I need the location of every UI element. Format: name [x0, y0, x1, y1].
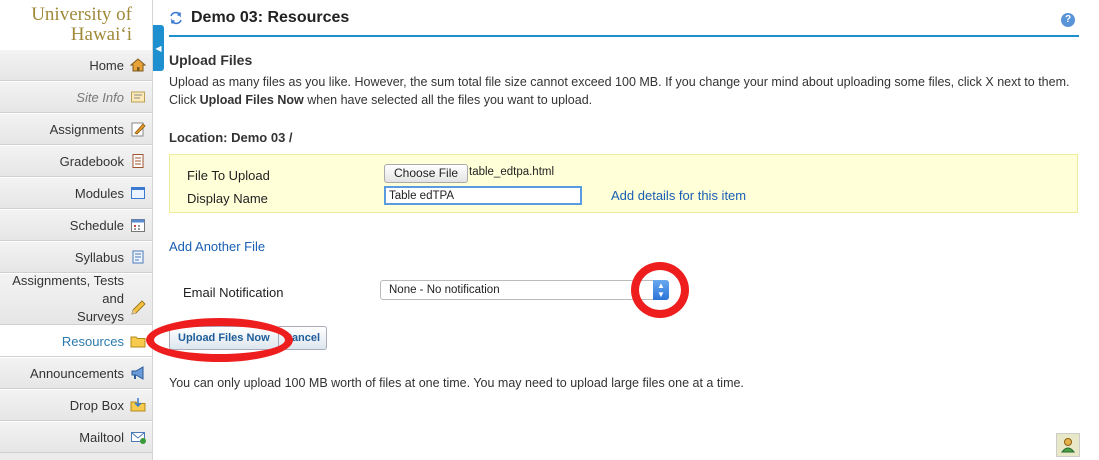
cancel-button[interactable]: Cancel: [277, 326, 328, 350]
upload-file-row: File To Upload Choose File table_edtpa.h…: [169, 154, 1078, 213]
modules-icon: [131, 187, 145, 199]
upload-files-now-button[interactable]: Upload Files Now: [169, 326, 279, 350]
university-logo[interactable]: University of Hawaiʻi: [0, 0, 152, 49]
collapse-sidebar-button[interactable]: ◀: [153, 25, 164, 71]
sidebar-item-label: Assignments: [49, 121, 124, 137]
title-bar: Demo 03: Resources ?: [169, 0, 1079, 37]
sidebar-item-label: Drop Box: [69, 397, 124, 413]
sidebar-item-label-line2: Surveys: [77, 309, 124, 324]
email-notification-value: None - No notification: [389, 284, 500, 296]
page-title: Demo 03: Resources: [191, 8, 350, 26]
display-name-input[interactable]: [384, 186, 582, 205]
sidebar-item-drop-box[interactable]: Drop Box: [0, 389, 152, 421]
instructions-text-end: when have selected all the files you wan…: [303, 93, 593, 107]
sidebar-item-assignments[interactable]: Assignments: [0, 113, 152, 145]
pencil-icon: [131, 300, 146, 315]
location-label: Location: Demo 03 /: [169, 130, 293, 145]
sidebar-item-label-line1: Assignments, Tests and: [12, 273, 124, 306]
email-notification-label: Email Notification: [183, 285, 284, 300]
sidebar-item-gradebook[interactable]: Gradebook: [0, 145, 152, 177]
reset-icon[interactable]: [169, 11, 183, 25]
sidebar-item-label: Gradebook: [59, 153, 124, 169]
logo-line2: Hawaiʻi: [70, 24, 132, 45]
main-content: Demo 03: Resources ? Upload Files Upload…: [169, 0, 1079, 390]
sidebar-item-label: Schedule: [69, 217, 124, 233]
sidebar-item-label: Home: [89, 57, 124, 73]
megaphone-icon: [131, 366, 144, 380]
instructions-bold: Upload Files Now: [199, 93, 304, 107]
upload-limit-note: You can only upload 100 MB worth of file…: [169, 376, 744, 390]
sidebar-item-label: Resources: [61, 333, 124, 349]
section-title: Upload Files: [169, 52, 253, 68]
email-notification-select[interactable]: None - No notification ▲ ▼: [380, 280, 669, 300]
sidebar-item-resources[interactable]: Resources: [0, 325, 152, 357]
upload-instructions: Upload as many files as you like. Howeve…: [169, 73, 1074, 109]
sidebar-item-label: Modules: [74, 185, 124, 201]
site-info-icon: [131, 91, 145, 103]
sidebar-item-tests-and-surveys[interactable]: Assignments, Tests and Surveys: [0, 273, 152, 325]
chevron-left-icon: ◀: [155, 43, 162, 53]
sidebar: University of Hawaiʻi Home Site Info Ass…: [0, 0, 153, 460]
select-arrows-icon: ▲ ▼: [653, 280, 669, 300]
file-to-upload-label: File To Upload: [187, 168, 270, 183]
user-presence-button[interactable]: [1056, 433, 1080, 457]
sidebar-item-announcements[interactable]: Announcements: [0, 357, 152, 389]
sidebar-item-syllabus[interactable]: Syllabus: [0, 241, 152, 273]
mail-icon: [131, 432, 146, 444]
user-icon: [1060, 438, 1076, 453]
sidebar-item-site-info[interactable]: Site Info: [0, 81, 152, 113]
choose-file-button[interactable]: Choose File: [384, 164, 469, 183]
logo-line1: University of: [31, 4, 132, 25]
calendar-icon: [131, 219, 145, 232]
home-icon: [130, 58, 146, 72]
display-name-label: Display Name: [187, 191, 268, 206]
add-details-link[interactable]: Add details for this item: [611, 188, 746, 203]
sidebar-item-schedule[interactable]: Schedule: [0, 209, 152, 241]
sidebar-item-mailtool[interactable]: Mailtool: [0, 421, 152, 453]
syllabus-icon: [132, 250, 144, 264]
gradebook-icon: [132, 154, 144, 168]
sidebar-item-modules[interactable]: Modules: [0, 177, 152, 209]
help-icon[interactable]: ?: [1061, 13, 1075, 27]
add-another-file-link[interactable]: Add Another File: [169, 239, 265, 254]
dropbox-icon: [130, 398, 146, 412]
folder-icon: [130, 336, 146, 348]
assignments-icon: [131, 122, 146, 137]
sidebar-item-label: Assignments, Tests and Surveys: [0, 272, 124, 326]
sidebar-item-label: Syllabus: [74, 249, 124, 265]
sidebar-item-label: Announcements: [30, 365, 124, 381]
selected-file-name: table_edtpa.html: [469, 166, 555, 178]
sidebar-item-label: Site Info: [76, 89, 124, 105]
sidebar-item-home[interactable]: Home: [0, 49, 152, 81]
sidebar-item-label: Mailtool: [79, 429, 124, 445]
